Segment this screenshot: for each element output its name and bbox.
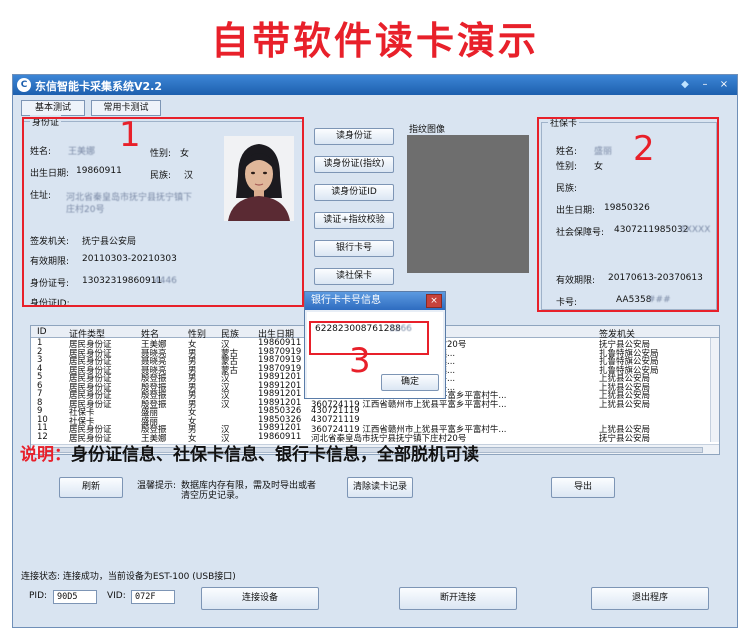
vid-label: VID: <box>107 591 126 601</box>
tip-text-2: 清空历史记录。 <box>181 491 245 501</box>
read-idcard-fingerprint-button[interactable]: 读身份证(指纹) <box>314 156 394 173</box>
title-bar: C 东信智能卡采集系统V2.2 ◆ – × <box>13 75 737 95</box>
table-vertical-scrollbar[interactable] <box>710 338 719 442</box>
dialog-ok-button[interactable]: 确定 <box>381 374 439 391</box>
description-note: 说明：身份证信息、社保卡信息、银行卡信息，全部脱机可读 <box>20 440 479 465</box>
app-logo-icon: C <box>17 78 31 92</box>
marker-three: 3 <box>349 341 371 381</box>
export-button[interactable]: 导出 <box>551 477 615 498</box>
read-idcard-button[interactable]: 读身份证 <box>314 128 394 145</box>
close-button[interactable]: × <box>716 78 732 91</box>
connection-status: 连接状态: 连接成功，当前设备为EST-100 (USB接口) <box>21 572 236 582</box>
pid-label: PID: <box>29 591 48 601</box>
fingerprint-image <box>407 135 529 273</box>
banner-title: 自带软件读卡演示 <box>210 19 539 63</box>
bank-card-number-button[interactable]: 银行卡号 <box>314 240 394 257</box>
highlight-box-social <box>537 117 719 312</box>
note-key: 说明： <box>20 445 71 465</box>
banner: 自带软件读卡演示 <box>0 0 750 74</box>
shield-icon[interactable]: ◆ <box>677 78 693 91</box>
read-idcard-verify-button[interactable]: 读证+指纹校验 <box>314 212 394 229</box>
clear-records-button[interactable]: 清除读卡记录 <box>347 477 413 498</box>
fingerprint-title: 指纹图像 <box>409 125 446 135</box>
app-title: 东信智能卡采集系统V2.2 <box>35 80 162 93</box>
marker-one: 1 <box>119 115 141 155</box>
read-social-card-button[interactable]: 读社保卡 <box>314 268 394 285</box>
note-text: 身份证信息、社保卡信息、银行卡信息，全部脱机可读 <box>71 445 479 465</box>
tab-common-card-test[interactable]: 常用卡测试 <box>91 100 161 116</box>
dialog-close-button[interactable]: × <box>426 294 442 308</box>
highlight-box-idcard <box>22 117 304 307</box>
vid-field[interactable]: 072F <box>131 590 175 604</box>
tab-basic-test[interactable]: 基本测试 <box>21 100 85 116</box>
disconnect-button[interactable]: 断开连接 <box>399 587 517 610</box>
app-window: C 东信智能卡采集系统V2.2 ◆ – × 基本测试 常用卡测试 身份证 姓名:… <box>12 74 738 628</box>
marker-two: 2 <box>633 129 655 169</box>
minimize-button[interactable]: – <box>697 78 713 91</box>
col-id[interactable]: ID <box>37 327 47 337</box>
tip-label: 温馨提示: <box>137 481 177 491</box>
dialog-title: 银行卡卡号信息 <box>305 292 445 310</box>
exit-program-button[interactable]: 退出程序 <box>591 587 709 610</box>
table-cell: 抚宁县公安局 <box>599 433 651 444</box>
refresh-button[interactable]: 刷新 <box>59 477 123 498</box>
pid-field[interactable]: 90D5 <box>53 590 97 604</box>
read-idcard-id-button[interactable]: 读身份证ID <box>314 184 394 201</box>
connect-device-button[interactable]: 连接设备 <box>201 587 319 610</box>
